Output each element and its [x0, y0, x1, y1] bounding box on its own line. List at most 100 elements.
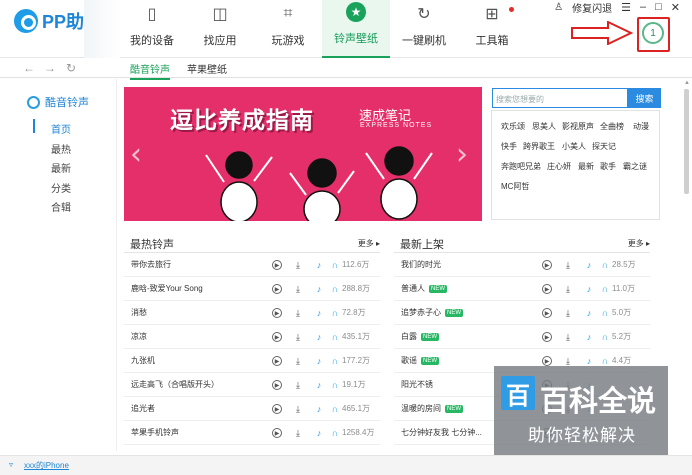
- minimize-icon[interactable]: –: [640, 1, 646, 13]
- device-status-button[interactable]: 1: [642, 22, 664, 44]
- play-icon[interactable]: ▶: [272, 260, 282, 270]
- bell-icon[interactable]: ♪: [314, 284, 324, 294]
- ringtone-row[interactable]: 凉凉 ▶ ⤓ ♪ ∩ 435.1万: [124, 325, 380, 349]
- close-icon[interactable]: ✕: [671, 1, 680, 14]
- tag-link[interactable]: 快手: [501, 141, 517, 152]
- download-icon[interactable]: ⤓: [563, 332, 573, 342]
- ringtone-row[interactable]: 普通人 NEW ▶ ⤓ ♪ ∩ 11.0万: [394, 277, 650, 301]
- tag-link[interactable]: 庄心妍: [547, 161, 571, 172]
- play-icon[interactable]: ▶: [542, 260, 552, 270]
- menu-icon[interactable]: ☰: [621, 1, 631, 14]
- nav-games[interactable]: ⌗ 玩游戏: [254, 0, 322, 58]
- ringtone-row[interactable]: 我们的时光 ▶ ⤓ ♪ ∩ 28.5万: [394, 253, 650, 277]
- tag-link[interactable]: 全曲榜: [600, 121, 624, 132]
- device-name-link[interactable]: xxx的iPhone: [24, 460, 69, 471]
- ringtone-row[interactable]: 九张机 ▶ ⤓ ♪ ∩ 177.2万: [124, 349, 380, 373]
- tag-link[interactable]: 思美人: [532, 121, 556, 132]
- download-icon[interactable]: ⤓: [563, 284, 573, 294]
- bell-icon[interactable]: ♪: [584, 260, 594, 270]
- ringtone-row[interactable]: 鹿晗-致爱Your Song ▶ ⤓ ♪ ∩ 288.8万: [124, 277, 380, 301]
- user-icon: ♙: [554, 1, 564, 13]
- refresh-page-icon[interactable]: ↻: [66, 61, 76, 75]
- ringtone-row[interactable]: 带你去旅行 ▶ ⤓ ♪ ∩ 112.6万: [124, 253, 380, 277]
- play-icon[interactable]: ▶: [272, 356, 282, 366]
- play-icon[interactable]: ▶: [272, 380, 282, 390]
- download-icon[interactable]: ⤓: [293, 428, 303, 438]
- bell-icon[interactable]: ♪: [584, 332, 594, 342]
- tag-link[interactable]: 跨界歌王: [523, 141, 555, 152]
- ringtone-row[interactable]: 白露 NEW ▶ ⤓ ♪ ∩ 5.2万: [394, 325, 650, 349]
- bell-icon[interactable]: ♪: [314, 260, 324, 270]
- ringtone-row[interactable]: 苹果手机铃声 ▶ ⤓ ♪ ∩ 1258.4万: [124, 421, 380, 445]
- play-icon[interactable]: ▶: [542, 332, 552, 342]
- scrollbar-thumb[interactable]: [684, 89, 689, 194]
- sidebar-item-categories[interactable]: 分类: [51, 180, 71, 195]
- download-icon[interactable]: ⤓: [563, 260, 573, 270]
- tab-wallpapers[interactable]: 苹果壁纸: [187, 61, 227, 76]
- bell-icon[interactable]: ♪: [584, 356, 594, 366]
- bell-icon[interactable]: ♪: [584, 308, 594, 318]
- download-icon[interactable]: ⤓: [293, 356, 303, 366]
- play-icon[interactable]: ▶: [272, 404, 282, 414]
- nav-my-device[interactable]: ▯ 我的设备: [118, 0, 186, 58]
- banner-next-icon[interactable]: ›: [456, 137, 468, 172]
- tag-link[interactable]: 动漫: [633, 121, 649, 132]
- promo-banner[interactable]: 逗比养成指南 速成笔记 EXPRESS NOTES ‹ ›: [124, 87, 482, 221]
- tag-link[interactable]: 小美人: [562, 141, 586, 152]
- play-icon[interactable]: ▶: [272, 308, 282, 318]
- bell-icon[interactable]: ♪: [314, 404, 324, 414]
- nav-flash[interactable]: ↻ 一键刷机: [390, 0, 458, 58]
- maximize-icon[interactable]: □: [655, 1, 662, 13]
- download-icon[interactable]: ⤓: [293, 332, 303, 342]
- more-link[interactable]: 更多 ▸: [358, 238, 380, 249]
- bell-icon[interactable]: ♪: [314, 332, 324, 342]
- play-icon[interactable]: ▶: [542, 308, 552, 318]
- tag-link[interactable]: MC阿哲: [501, 181, 529, 192]
- tag-link[interactable]: 影视原声: [562, 121, 594, 132]
- search-input[interactable]: 搜索您想要的: [492, 88, 628, 108]
- banner-prev-icon[interactable]: ‹: [130, 137, 142, 172]
- scroll-up-icon[interactable]: ▲: [684, 80, 690, 86]
- download-icon[interactable]: ⤓: [563, 308, 573, 318]
- section-title: 最新上架: [400, 239, 444, 251]
- tag-link[interactable]: 奔跑吧兄弟: [501, 161, 541, 172]
- tag-link[interactable]: 探天记: [592, 141, 616, 152]
- ringtone-row[interactable]: 追梦赤子心 NEW ▶ ⤓ ♪ ∩ 5.0万: [394, 301, 650, 325]
- nav-ringtones-wallpapers[interactable]: ★ 铃声壁纸: [322, 0, 390, 58]
- ringtone-row[interactable]: 远走高飞（合唱版开头） ▶ ⤓ ♪ ∩ 19.1万: [124, 373, 380, 397]
- tag-link[interactable]: 欢乐颂: [501, 121, 525, 132]
- bell-icon[interactable]: ♪: [314, 356, 324, 366]
- sidebar-item-home[interactable]: 首页: [51, 121, 71, 136]
- back-icon[interactable]: ←: [23, 61, 35, 75]
- tag-link[interactable]: 霸之谜: [623, 161, 647, 172]
- sidebar-item-newest[interactable]: 最新: [51, 160, 71, 175]
- play-icon[interactable]: ▶: [272, 332, 282, 342]
- repair-link[interactable]: 修复闪退: [572, 0, 612, 15]
- bell-icon[interactable]: ♪: [314, 380, 324, 390]
- bell-icon[interactable]: ♪: [314, 428, 324, 438]
- play-icon[interactable]: ▶: [272, 428, 282, 438]
- more-link[interactable]: 更多 ▸: [628, 238, 650, 249]
- ringtone-row[interactable]: 追光者 ▶ ⤓ ♪ ∩ 465.1万: [124, 397, 380, 421]
- bell-icon[interactable]: ♪: [314, 308, 324, 318]
- search-button[interactable]: 搜索: [628, 88, 661, 108]
- download-icon[interactable]: ⤓: [293, 308, 303, 318]
- nav-find-apps[interactable]: ◫ 找应用: [186, 0, 254, 58]
- tab-ringtones[interactable]: 酷音铃声: [130, 61, 170, 80]
- play-icon[interactable]: ▶: [272, 284, 282, 294]
- download-icon[interactable]: ⤓: [293, 284, 303, 294]
- bell-icon[interactable]: ♪: [584, 284, 594, 294]
- ringtone-row[interactable]: 消愁 ▶ ⤓ ♪ ∩ 72.8万: [124, 301, 380, 325]
- tag-link[interactable]: 最新: [578, 161, 594, 172]
- play-icon[interactable]: ▶: [542, 356, 552, 366]
- download-icon[interactable]: ⤓: [293, 260, 303, 270]
- play-icon[interactable]: ▶: [542, 284, 552, 294]
- download-icon[interactable]: ⤓: [293, 380, 303, 390]
- nav-toolbox[interactable]: ⊞ 工具箱: [458, 0, 526, 58]
- sidebar-item-hottest[interactable]: 最热: [51, 141, 71, 156]
- forward-icon[interactable]: →: [44, 61, 56, 75]
- download-icon[interactable]: ⤓: [563, 356, 573, 366]
- tag-link[interactable]: 歌手: [600, 161, 616, 172]
- download-icon[interactable]: ⤓: [293, 404, 303, 414]
- sidebar-item-collections[interactable]: 合辑: [51, 199, 71, 214]
